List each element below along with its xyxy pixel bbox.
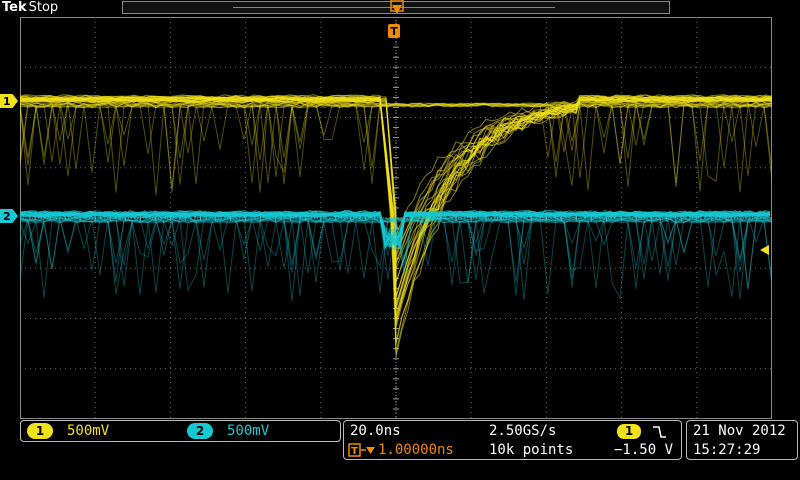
waveform-display[interactable]: T [20, 17, 772, 419]
svg-text:T: T [351, 446, 358, 457]
acquisition-status: Stop [28, 0, 59, 15]
time-label: 15:27:29 [693, 442, 761, 458]
trigger-delay-icon: T [348, 443, 375, 457]
horizontal-scale: 20.0ns [350, 423, 401, 439]
channel2-offset-marker[interactable]: 2 [0, 209, 18, 223]
channel-readout[interactable]: 1 500mV 2 500mV [20, 420, 341, 442]
channel2-scale: 500mV [227, 423, 270, 439]
status-bar: Tek Stop [0, 0, 800, 18]
trigger-source-badge[interactable]: 1 [617, 424, 641, 439]
brand-label: Tek [2, 0, 27, 15]
channel1-scale: 500mV [67, 423, 110, 439]
trigger-time-marker[interactable]: T [388, 24, 400, 38]
sample-rate: 2.50GS/s [489, 423, 557, 439]
channel1-marker-label: 1 [3, 94, 11, 108]
trigger-position-icon[interactable] [388, 0, 406, 15]
record-length: 10k points [489, 442, 574, 458]
channel1-badge[interactable]: 1 [27, 423, 53, 439]
brand-status: Tek Stop [2, 0, 58, 15]
falling-edge-icon [653, 426, 666, 438]
timebase-readout[interactable]: 20.0ns 2.50GS/s T 1.00000ns 10k points 1… [343, 420, 682, 460]
trigger-level-icon[interactable] [760, 245, 770, 255]
channel2-marker-label: 2 [3, 209, 11, 223]
trigger-level: −1.50 V [614, 442, 674, 458]
trigger-marker-label: T [390, 25, 398, 38]
channel2-badge[interactable]: 2 [187, 423, 213, 439]
trigger-delay: 1.00000ns [378, 442, 454, 458]
date-time-readout: 21 Nov 2012 15:27:29 [686, 420, 798, 460]
date-label: 21 Nov 2012 [693, 423, 786, 439]
channel1-offset-marker[interactable]: 1 [0, 94, 18, 108]
